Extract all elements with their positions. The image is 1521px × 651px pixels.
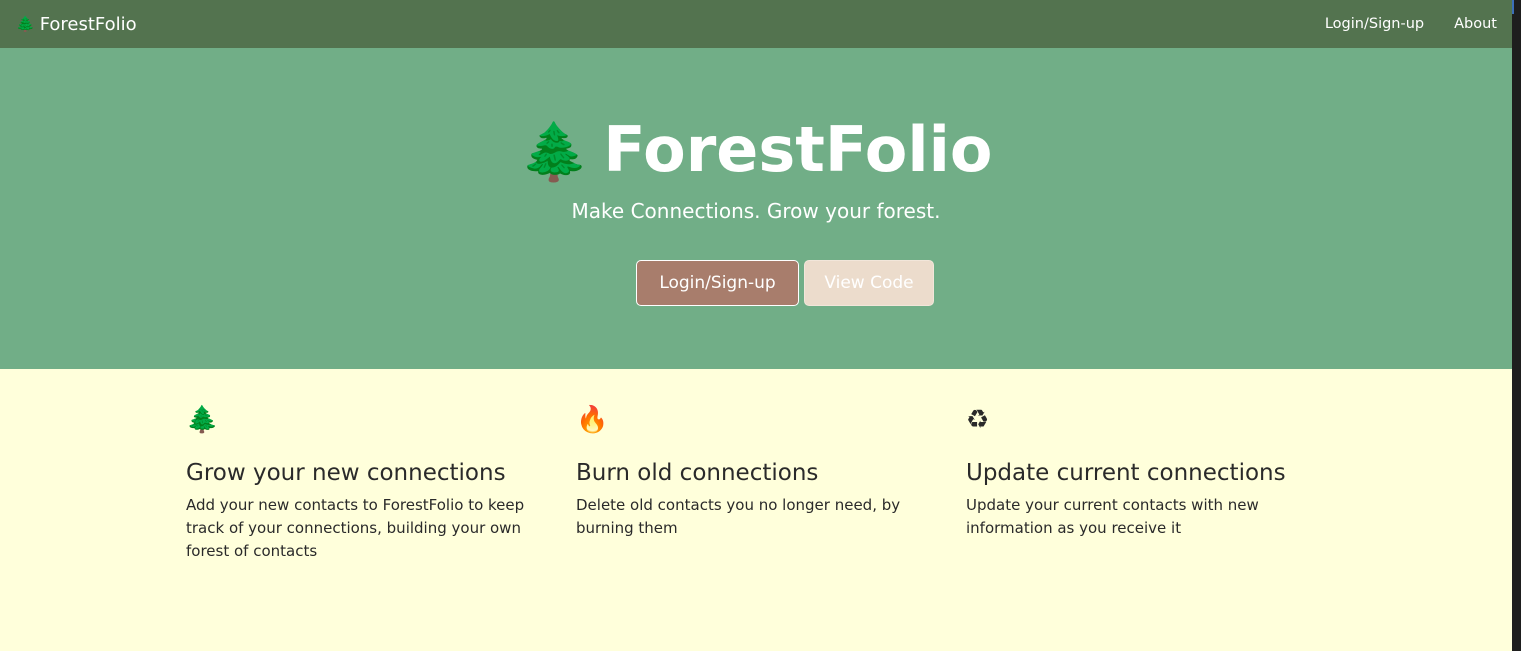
nav-about-link[interactable]: About <box>1454 16 1497 32</box>
page: 🌲 ForestFolio Login/Sign-up About 🌲 Fores… <box>0 0 1512 651</box>
feature-update: ♻ Update current connections Update your… <box>966 404 1316 540</box>
window-edge <box>1512 0 1521 651</box>
tree-icon: 🌲 <box>519 120 590 185</box>
feature-grow: 🌲 Grow your new connections Add your new… <box>186 404 536 563</box>
feature-burn: 🔥 Burn old connections Delete old contac… <box>576 404 926 540</box>
hero-title-text: ForestFolio <box>603 113 993 186</box>
tree-icon: 🌲 <box>16 15 35 33</box>
nav-links: Login/Sign-up About <box>1295 0 1497 48</box>
feature-title: Update current connections <box>966 460 1286 486</box>
tree-icon: 🌲 <box>186 405 219 435</box>
feature-text: Add your new contacts to ForestFolio to … <box>186 496 525 560</box>
nav-login-link[interactable]: Login/Sign-up <box>1325 16 1424 32</box>
hero-subtitle: Make Connections. Grow your forest. <box>571 199 941 223</box>
brand-text: ForestFolio <box>39 13 137 35</box>
fire-icon: 🔥 <box>576 405 609 435</box>
brand-link[interactable]: 🌲 ForestFolio <box>16 0 137 48</box>
hero-buttons: Login/Sign-up View Code <box>0 260 1512 306</box>
edge-marker <box>1512 0 1514 14</box>
navbar: 🌲 ForestFolio Login/Sign-up About <box>0 0 1512 48</box>
hero-title: 🌲 ForestFolio <box>0 112 1512 191</box>
hero-section: 🌲 ForestFolio Make Connections. Grow your… <box>0 48 1512 369</box>
login-signup-button[interactable]: Login/Sign-up <box>636 260 799 306</box>
feature-text: Update your current contacts with new in… <box>966 496 1259 537</box>
view-code-button[interactable]: View Code <box>804 260 934 306</box>
feature-text: Delete old contacts you no longer need, … <box>576 496 901 537</box>
recycle-icon: ♻ <box>966 405 990 435</box>
feature-title: Grow your new connections <box>186 460 506 486</box>
feature-title: Burn old connections <box>576 460 819 486</box>
